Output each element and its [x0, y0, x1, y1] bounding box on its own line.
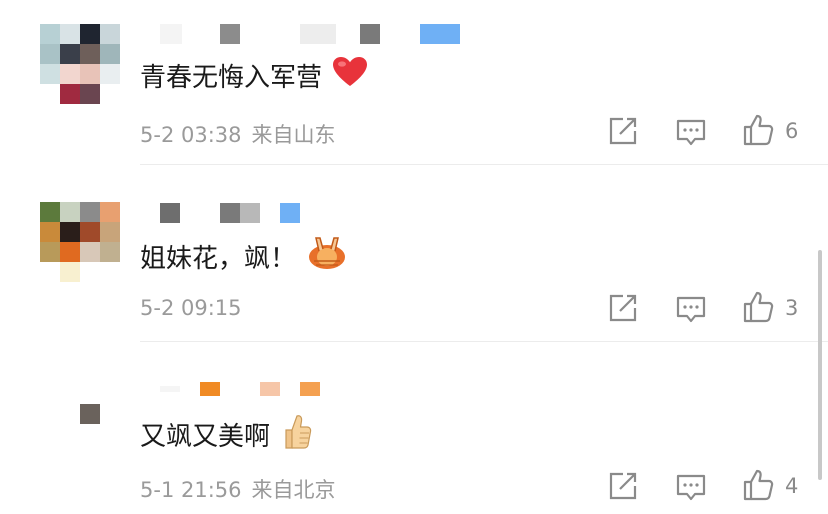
share-icon: [609, 117, 637, 145]
like-count: 4: [785, 474, 799, 498]
comment-item: 青春无悔入军营 5-2 03:38 来自山东 6: [0, 0, 828, 165]
comment-location: 来自北京: [251, 478, 336, 502]
comment-icon: [676, 474, 706, 501]
avatar[interactable]: [80, 404, 100, 424]
share-button[interactable]: [608, 293, 638, 323]
comment-date: 5-2 03:38: [140, 123, 242, 147]
comment-body: 姐妹花，飒！: [140, 244, 297, 274]
thumbs-up-icon: [743, 114, 774, 146]
share-button[interactable]: [608, 116, 638, 146]
like-count: 6: [785, 119, 799, 143]
reply-button[interactable]: [676, 118, 706, 148]
username-mosaic[interactable]: [160, 203, 320, 223]
comment-meta: 5-2 09:15: [140, 296, 242, 320]
username-mosaic[interactable]: [160, 382, 330, 402]
comment-item: 姐妹花，飒！ 5-2 09:15 3: [0, 165, 828, 342]
username-mosaic[interactable]: [160, 24, 470, 44]
thumbs-up-icon: [743, 291, 774, 323]
thumbs-up-emoji-icon: [280, 412, 312, 457]
comment-date: 5-2 09:15: [140, 296, 242, 320]
comment-icon: [676, 119, 706, 146]
avatar[interactable]: [40, 202, 120, 282]
reply-button[interactable]: [676, 295, 706, 325]
share-button[interactable]: [608, 471, 638, 501]
share-icon: [609, 294, 637, 322]
reply-button[interactable]: [676, 473, 706, 503]
like-button[interactable]: [742, 114, 774, 146]
comment-text: 青春无悔入军营: [140, 56, 368, 95]
comment-text: 又飒又美啊: [140, 412, 312, 457]
scrollbar[interactable]: [818, 250, 822, 480]
like-count: 3: [785, 296, 799, 320]
comment-text: 姐妹花，飒！: [140, 235, 348, 278]
comment-meta: 5-1 21:56 来自北京: [140, 474, 336, 504]
like-button[interactable]: [742, 469, 774, 501]
comment-item: 又飒又美啊 5-1 21:56 来自北京 4: [0, 342, 828, 514]
comment-icon: [676, 296, 706, 323]
avatar[interactable]: [40, 24, 120, 104]
comment-body: 青春无悔入军营: [140, 63, 323, 93]
red-heart-icon: [332, 56, 368, 95]
share-icon: [609, 472, 637, 500]
like-button[interactable]: [742, 291, 774, 323]
thumbs-up-icon: [743, 469, 774, 501]
comment-date: 5-1 21:56: [140, 478, 242, 502]
comment-body: 又飒又美啊: [140, 422, 271, 452]
fist-and-palm-icon: [306, 235, 348, 278]
comment-meta: 5-2 03:38 来自山东: [140, 119, 336, 149]
comment-location: 来自山东: [251, 123, 336, 147]
